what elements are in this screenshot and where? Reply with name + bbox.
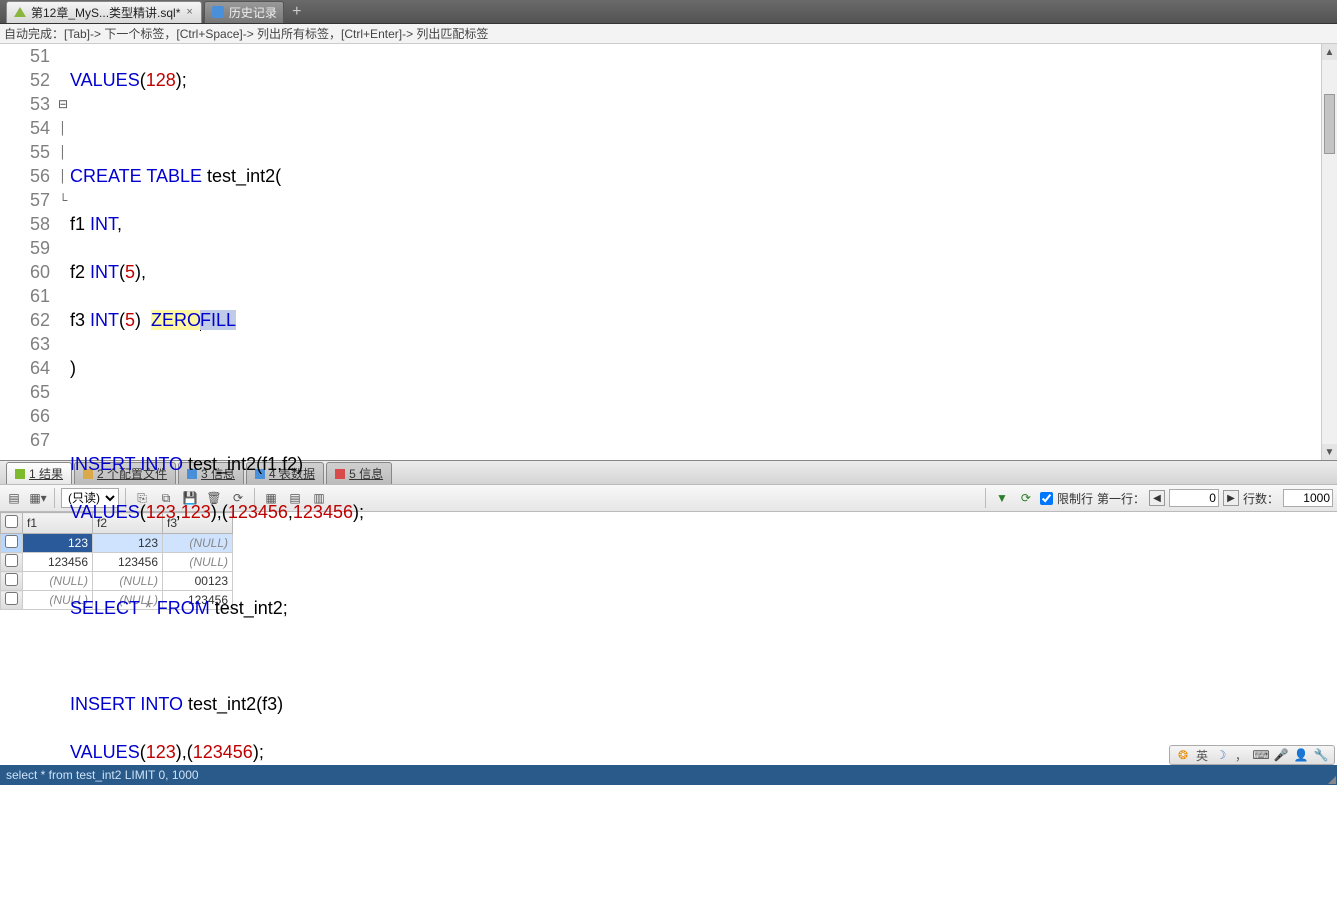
grid-mode-icon[interactable]: ▤ (4, 488, 24, 508)
sql-file-icon (13, 5, 27, 19)
resize-handle[interactable] (1325, 773, 1337, 785)
comma-icon[interactable]: ， (1234, 748, 1248, 762)
tab-label: 第12章_MyS...类型精讲.sql* (31, 4, 180, 21)
grid-icon (15, 469, 25, 479)
history-icon (211, 5, 225, 19)
line-gutter: 515253 545556 575859 606162 636465 6667 (0, 44, 56, 460)
code-editor[interactable]: 515253 545556 575859 606162 636465 6667 … (0, 44, 1337, 460)
status-bar: select * from test_int2 LIMIT 0, 1000 (0, 765, 1337, 785)
add-tab-button[interactable]: + (286, 2, 308, 22)
moon-icon[interactable]: ☽ (1214, 748, 1228, 762)
fold-toggle[interactable]: ⊟ (56, 92, 70, 116)
vertical-scrollbar[interactable]: ▲ ▼ (1321, 44, 1337, 460)
row-checkbox[interactable] (1, 591, 23, 610)
fold-column: ⊟ │││└ (56, 44, 70, 460)
scroll-thumb[interactable] (1324, 94, 1335, 154)
row-checkbox[interactable] (1, 553, 23, 572)
result-tab-results[interactable]: 1 结果 (6, 462, 72, 484)
tab-sql-file[interactable]: 第12章_MyS...类型精讲.sql* × (6, 1, 202, 23)
code-area[interactable]: VALUES(128); CREATE TABLE test_int2( f1 … (70, 44, 1321, 460)
scroll-up-icon[interactable]: ▲ (1322, 44, 1337, 60)
ime-settings-icon[interactable]: 🔧 (1314, 748, 1328, 762)
tab-history[interactable]: 历史记录 (204, 1, 284, 23)
form-mode-icon[interactable]: ▦▾ (28, 488, 48, 508)
ime-user-icon[interactable]: 👤 (1294, 748, 1308, 762)
tab-bar: 第12章_MyS...类型精讲.sql* × 历史记录 + (0, 0, 1337, 24)
ime-icon[interactable]: ❂ (1176, 748, 1190, 762)
tab-label: 历史记录 (229, 4, 277, 21)
keyboard-icon[interactable]: ⌨ (1254, 748, 1268, 762)
close-icon[interactable]: × (184, 6, 194, 18)
row-checkbox[interactable] (1, 572, 23, 591)
microphone-icon[interactable]: 🎤 (1274, 748, 1288, 762)
autocomplete-hint: 自动完成：[Tab]-> 下一个标签，[Ctrl+Space]-> 列出所有标签… (0, 24, 1337, 44)
row-checkbox[interactable] (1, 534, 23, 553)
select-all-checkbox[interactable] (1, 513, 23, 534)
status-text: select * from test_int2 LIMIT 0, 1000 (6, 768, 199, 782)
ime-toolbar[interactable]: ❂ 英 ☽ ， ⌨ 🎤 👤 🔧 (1169, 745, 1335, 765)
scroll-down-icon[interactable]: ▼ (1322, 444, 1337, 460)
ime-lang[interactable]: 英 (1196, 747, 1208, 764)
